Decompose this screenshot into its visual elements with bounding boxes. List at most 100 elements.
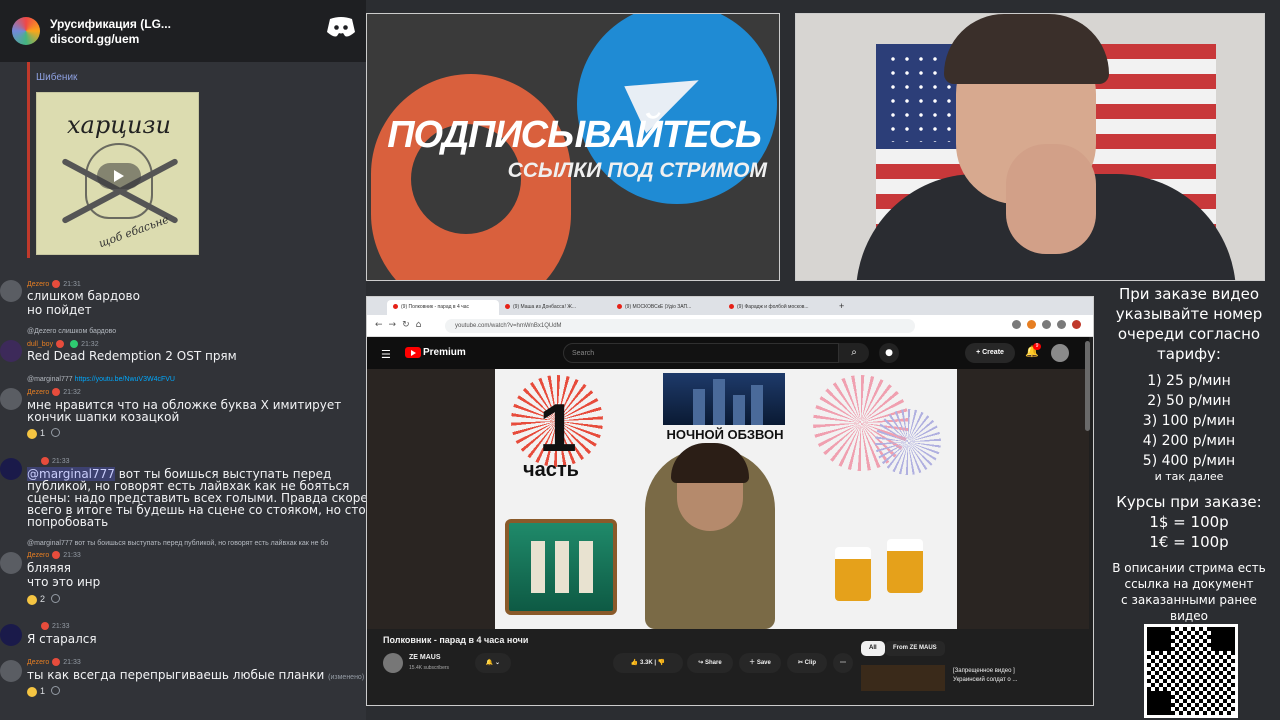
message-author[interactable]: dull_boy 21:32 (27, 340, 99, 348)
album-title: харцизи (67, 111, 171, 139)
share-button[interactable]: ↪ Share (687, 653, 733, 673)
streamer-hand (1006, 144, 1096, 254)
extension-icons (1012, 320, 1081, 329)
server-header: Урусификация (LG... discord.gg/uem (0, 0, 366, 62)
browser-tab[interactable]: (9) МОСКОВСкЕ (Удio ЗАП... (611, 300, 723, 315)
youtube-logo-icon[interactable] (405, 347, 421, 358)
message-text: слишком бардово (27, 289, 140, 303)
message-author[interactable]: Шибеник (36, 72, 77, 83)
add-reaction-icon (51, 686, 61, 695)
search-icon[interactable]: ⌕ (839, 343, 869, 363)
profile-icon[interactable] (1072, 320, 1081, 329)
add-reaction-icon (51, 428, 61, 437)
suggested-title[interactable]: [Запрещенное видео ] Украинский солдат о … (953, 667, 1053, 685)
banner-subline: ССЫЛКИ ПОД СТРИМОМ (507, 159, 767, 182)
message-author[interactable]: Дezero 21:33 (27, 658, 81, 666)
notification-badge: 9 (1033, 343, 1041, 350)
thumbnail-part: часть (523, 459, 579, 481)
avatar[interactable] (0, 280, 22, 302)
description-note: видео (1170, 609, 1208, 623)
channel-avatar[interactable] (383, 653, 403, 673)
reaction-bar[interactable]: 1 (27, 686, 61, 697)
address-toolbar: ←→↻⌂ youtube.com/watch?v=hmWnBx1QUdM (367, 315, 1093, 337)
browser-window: (9) Полковник - парад в 4 час (9) Маша и… (366, 296, 1094, 706)
message-author[interactable]: Дezero 21:33 (27, 551, 81, 559)
server-invite[interactable]: discord.gg/uem (50, 32, 171, 46)
video-player[interactable]: 1 часть НОЧНОЙ ОБЗВОН (495, 369, 957, 629)
extension-icon[interactable] (1027, 320, 1036, 329)
avatar[interactable] (0, 458, 22, 480)
player-letterbox (367, 369, 495, 629)
subscribe-banner: ПОДПИСЫВАЙТЕСЬ ССЫЛКИ ПОД СТРИМОМ (366, 13, 780, 281)
description-note: В описании стрима есть (1112, 561, 1266, 575)
youtube-brand[interactable]: Premium (423, 347, 466, 358)
order-instructions: указывайте номер (1115, 305, 1263, 323)
pricing-info: При заказе видео указывайте номер очеред… (1098, 284, 1280, 720)
description-note: с заказанными ранее (1121, 593, 1257, 607)
nav-arrows-icon[interactable]: ←→↻⌂ (375, 320, 427, 330)
qr-code[interactable] (1144, 624, 1238, 718)
avatar[interactable] (1051, 344, 1069, 362)
subscribe-bell-button[interactable]: 🔔 ⌄ (475, 653, 511, 673)
suggested-thumbnail[interactable] (861, 665, 945, 691)
message-author[interactable]: 21:33 (38, 622, 70, 630)
reply-preview[interactable]: @marginal777 вот ты боишься выступать пе… (27, 540, 328, 547)
subscriber-count: 15.4K subscribers (409, 665, 450, 671)
reply-preview[interactable]: @Дezero слишком бардово (27, 328, 116, 335)
description-note: ссылка на документ (1124, 577, 1254, 591)
more-icon[interactable]: ⋯ (833, 653, 853, 673)
city-image (663, 373, 785, 425)
save-button[interactable]: ＋ Save (739, 653, 781, 673)
message-text: ты как всегда перепрыгиваешь любые планк… (27, 668, 365, 682)
browser-tab[interactable]: (9) Маша из Донбасса! Ж... (499, 300, 611, 315)
browser-tab[interactable]: (9) Фарадж и фолбой москов... (723, 300, 835, 315)
message-author[interactable]: 21:33 (38, 457, 70, 465)
youtube-header: ☰ Premium Search ⌕ ● + Create 🔔 9 (367, 337, 1089, 369)
tariff-item: 4) 200 р/мин (1142, 433, 1236, 449)
create-button[interactable]: + Create (965, 343, 1015, 363)
reaction-bar[interactable]: 2 (27, 594, 61, 605)
discord-chat-panel: Урусификация (LG... discord.gg/uem Шибен… (0, 0, 366, 720)
new-tab-icon[interactable]: + (835, 300, 855, 315)
like-button[interactable]: 👍 3.3K | 👎 (613, 653, 683, 673)
channel-name[interactable]: ZE MAUS (409, 654, 441, 661)
quote-bar (27, 62, 30, 258)
browser-tab[interactable]: (9) Полковник - парад в 4 час (387, 300, 499, 315)
beer-mug (835, 547, 871, 601)
tariff-item: 1) 25 р/мин (1147, 373, 1231, 389)
mic-icon[interactable]: ● (879, 343, 899, 363)
menu-icon[interactable]: ☰ (381, 348, 391, 361)
tariff-etc: и так далее (1154, 470, 1224, 483)
message-author[interactable]: Дezero 21:31 (27, 280, 81, 288)
extension-icon[interactable] (1042, 320, 1051, 329)
player-letterbox (957, 369, 1089, 629)
message-text: что это инр (27, 575, 101, 589)
reply-preview[interactable]: @marginal777 https://youtu.be/NwuV3W4cFV… (27, 376, 175, 383)
stream-layout: Урусификация (LG... discord.gg/uem Шибен… (0, 0, 1280, 720)
play-icon[interactable] (97, 163, 141, 189)
message-text: кончик шапки козацкой (27, 410, 180, 424)
chip-channel[interactable]: From ZE MAUS (885, 641, 945, 656)
scrollbar[interactable] (1085, 341, 1090, 431)
clip-button[interactable]: ✂ Clip (787, 653, 827, 673)
avatar[interactable] (0, 660, 22, 682)
reaction-bar[interactable]: 1 (27, 428, 61, 439)
extension-icon[interactable] (1057, 320, 1066, 329)
search-input[interactable]: Search (563, 343, 839, 363)
album-attachment[interactable]: харцизи щоб ебасьне (36, 92, 199, 255)
message-text: Red Dead Redemption 2 OST прям (27, 349, 237, 363)
avatar[interactable] (0, 552, 22, 574)
award-box (505, 519, 617, 615)
avatar[interactable] (0, 624, 22, 646)
thumbnail-caption: НОЧНОЙ ОБЗВОН (666, 427, 784, 442)
avatar[interactable] (0, 340, 22, 362)
webcam-feed (795, 13, 1265, 281)
video-title: Полковник - парад в 4 часа ночи (383, 635, 529, 645)
chip-all[interactable]: All (861, 641, 885, 656)
message-author[interactable]: Дezero 21:32 (27, 388, 81, 396)
banner-headline: ПОДПИСЫВАЙТЕСЬ (387, 114, 762, 156)
avatar[interactable] (0, 388, 22, 410)
tab-strip: (9) Полковник - парад в 4 час (9) Маша и… (367, 297, 1093, 315)
extension-icon[interactable] (1012, 320, 1021, 329)
url-field[interactable]: youtube.com/watch?v=hmWnBx1QUdM (445, 319, 915, 333)
